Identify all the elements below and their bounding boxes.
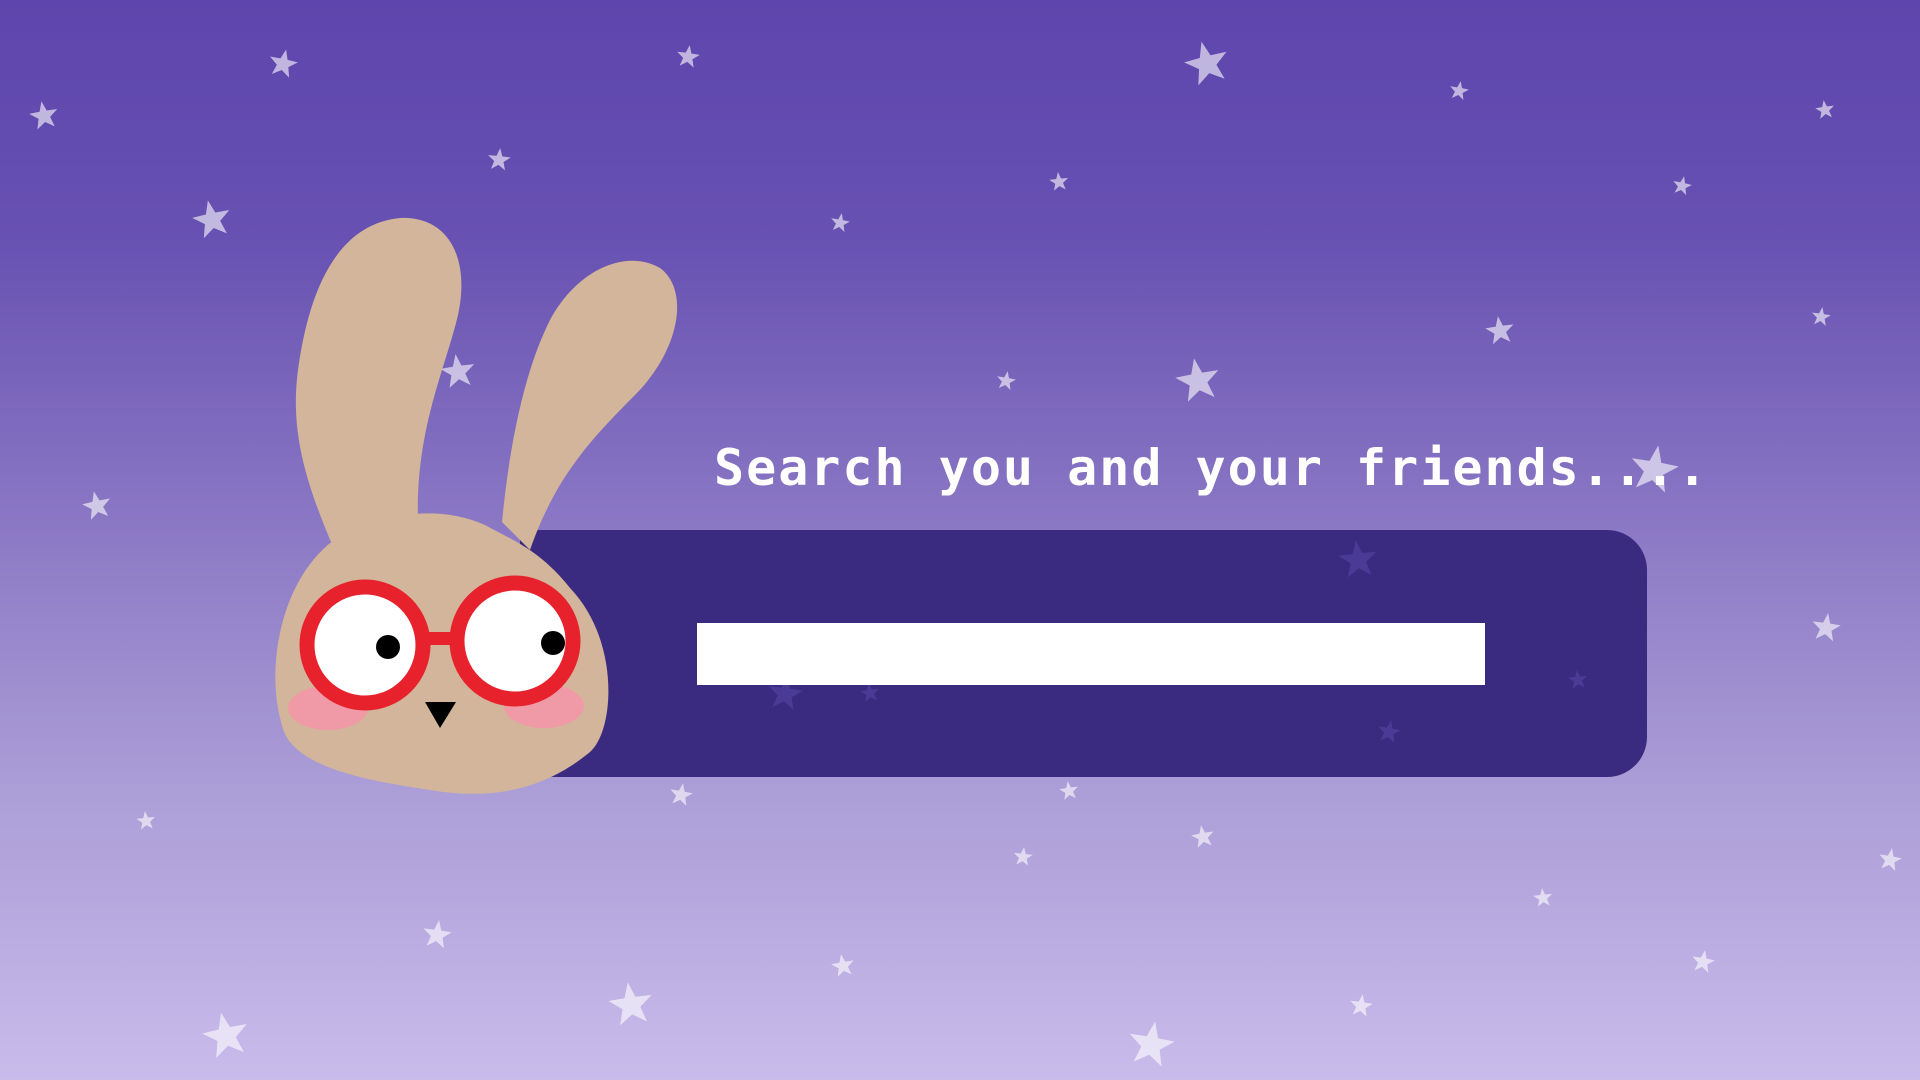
bunny-left-eye [376,635,400,659]
bunny-with-glasses-icon [275,217,678,794]
star-icon [27,98,61,131]
star-icon [829,952,856,978]
star-icon [606,979,656,1027]
star-icon [1671,174,1694,196]
bunny-right-ear [502,260,678,550]
star-icon [1180,36,1233,88]
star-icon [675,43,701,69]
star-icon [1814,98,1836,120]
bunny-left-ear [295,217,462,542]
star-icon [198,1007,253,1060]
star-icon [486,146,512,171]
star-icon [1376,718,1403,744]
star-icon [1483,314,1516,346]
star-icon [1125,1017,1178,1069]
star-icon [829,211,852,233]
star-icon [1810,305,1832,327]
star-icon [1877,846,1904,872]
star-icon [1810,611,1843,643]
star-icon [421,918,454,950]
star-icon [79,488,114,521]
glasses-left-lens [299,579,431,711]
star-icon [1048,171,1070,192]
search-heading: Search you and your friends.... [714,439,1710,497]
star-icon [1172,354,1223,404]
star-icon [1567,669,1589,690]
star-icon [1348,992,1374,1018]
star-icon [266,46,301,79]
bunny-right-eye [541,631,565,655]
star-icon [1448,79,1471,101]
star-icon [1690,948,1717,974]
star-icon [1532,887,1554,908]
star-icon [1189,823,1216,849]
star-icon [1012,846,1034,867]
star-icon [995,369,1018,391]
star-icon [189,196,234,240]
star-icon [135,810,157,831]
star-icon [1337,538,1379,579]
star-icon [1058,779,1080,801]
search-input[interactable] [697,623,1485,685]
